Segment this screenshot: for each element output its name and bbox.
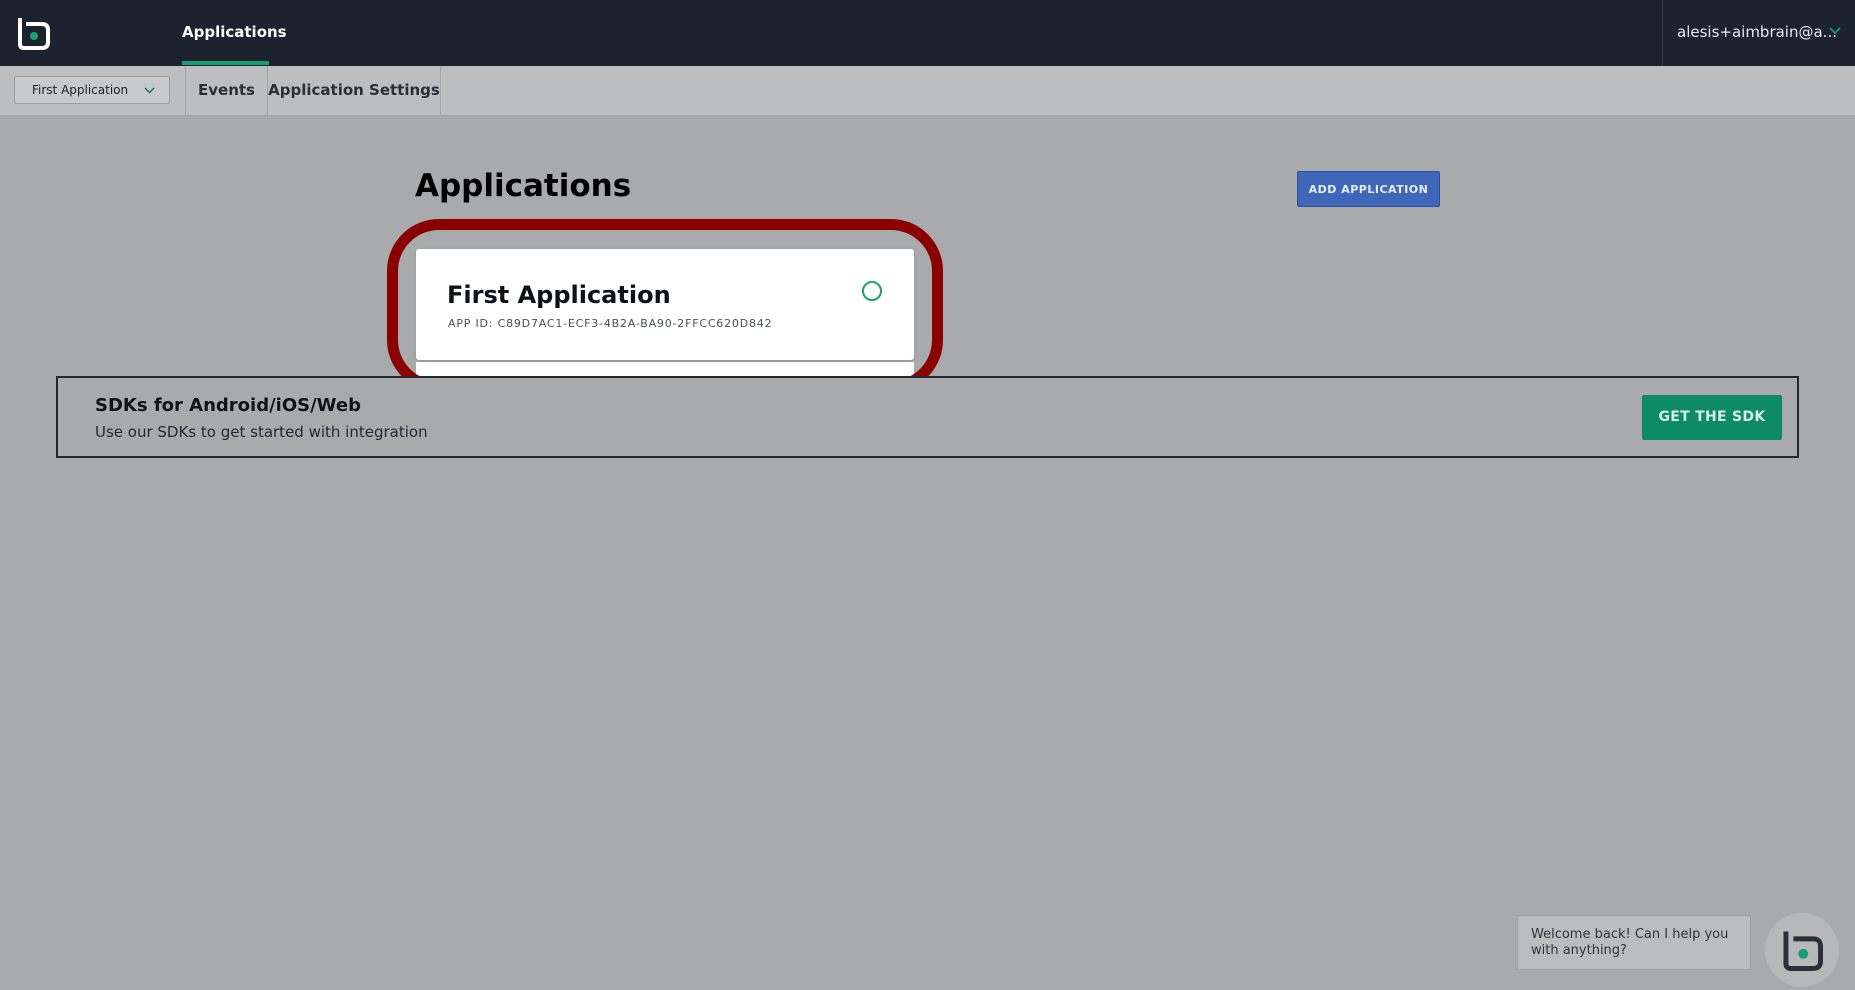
user-menu[interactable]: alesis+aimbrain@a... (1662, 0, 1855, 66)
sdk-banner: SDKs for Android/iOS/Web Use our SDKs to… (56, 376, 1799, 458)
aimbrain-logo-icon (1783, 931, 1823, 971)
active-tab-indicator (182, 61, 269, 65)
application-name: First Application (447, 281, 671, 309)
chat-launcher-button[interactable] (1765, 913, 1839, 987)
aimbrain-logo-icon[interactable] (16, 16, 50, 50)
top-navigation-bar: Applications alesis+aimbrain@a... (0, 0, 1855, 66)
get-the-sdk-button[interactable]: GET THE SDK (1642, 395, 1782, 440)
chat-welcome-message[interactable]: Welcome back! Can I help you with anythi… (1517, 915, 1751, 970)
sub-navigation-bar: First Application Events Application Set… (0, 66, 1855, 116)
chevron-down-icon (1829, 27, 1841, 35)
sdk-banner-subtitle: Use our SDKs to get started with integra… (95, 423, 428, 441)
card-shadow-strip (416, 362, 914, 376)
tab-events[interactable]: Events (185, 66, 267, 115)
nav-tab-applications[interactable]: Applications (182, 0, 287, 66)
sdk-banner-title: SDKs for Android/iOS/Web (95, 395, 361, 416)
application-select[interactable]: First Application (14, 76, 170, 104)
tab-application-settings[interactable]: Application Settings (267, 66, 441, 115)
application-id: APP ID: C89D7AC1-ECF3-4B2A-BA90-2FFCC620… (448, 317, 773, 330)
chevron-down-icon (144, 87, 155, 94)
status-circle-icon (862, 281, 882, 301)
page-title: Applications (415, 168, 632, 204)
user-email: alesis+aimbrain@a... (1677, 23, 1837, 41)
application-card[interactable]: First Application APP ID: C89D7AC1-ECF3-… (416, 249, 914, 360)
add-application-button[interactable]: ADD APPLICATION (1297, 171, 1440, 207)
application-select-value: First Application (32, 83, 129, 97)
